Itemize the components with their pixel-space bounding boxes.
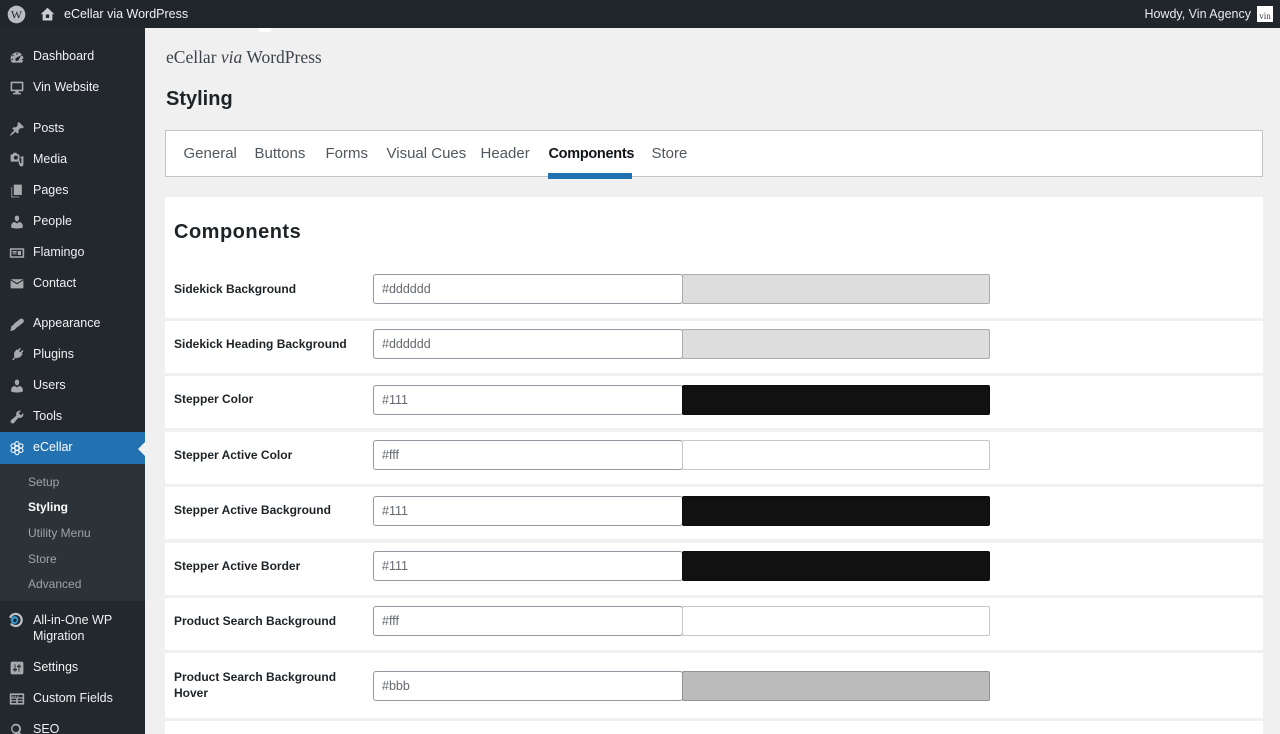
svg-text:W: W (11, 7, 23, 21)
